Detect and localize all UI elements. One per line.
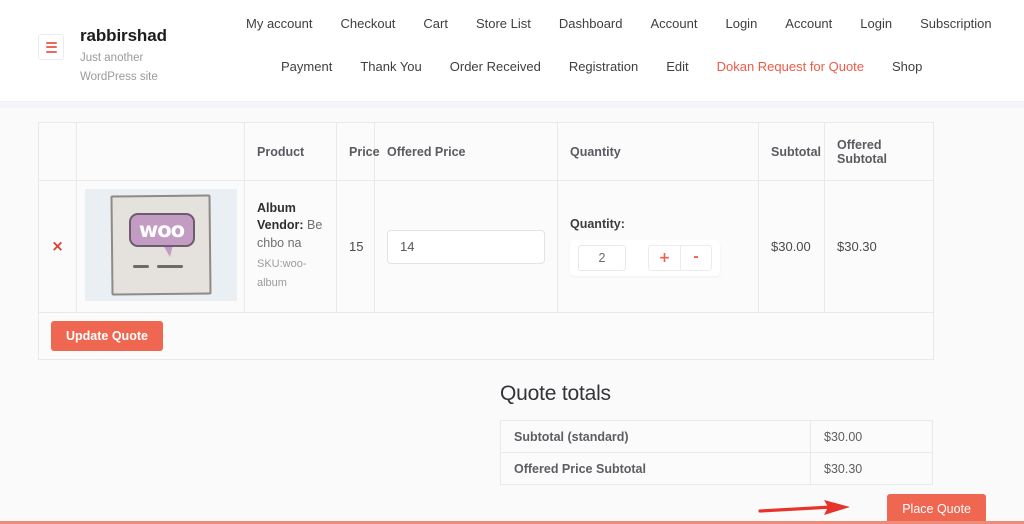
vendor-label: Vendor:	[257, 218, 304, 232]
subtotal-cell: $30.00	[759, 181, 825, 313]
quantity-decrease-button[interactable]: -	[680, 245, 712, 271]
offered-price-cell	[375, 181, 558, 313]
product-sku: SKU:woo-album	[257, 255, 324, 294]
remove-item-cell: ×	[39, 181, 77, 313]
remove-item-icon[interactable]: ×	[51, 237, 64, 255]
column-header-price: Price	[337, 123, 375, 181]
primary-navigation: My accountCheckoutCartStore ListDashboar…	[232, 0, 1024, 75]
quote-totals-table: Subtotal (standard)$30.00Offered Price S…	[500, 420, 933, 485]
quantity-cell: Quantity: + -	[558, 181, 759, 313]
totals-row-label: Subtotal (standard)	[501, 421, 811, 453]
offered-price-input[interactable]	[387, 230, 545, 264]
column-header-subtotal: Subtotal	[759, 123, 825, 181]
site-header: rabbirshad Just another WordPress site M…	[0, 0, 1024, 102]
product-name[interactable]: Album	[257, 200, 324, 218]
product-thumbnail-image[interactable]: woo	[85, 189, 237, 301]
nav-item-store-list[interactable]: Store List	[462, 16, 545, 32]
hamburger-menu-icon[interactable]	[38, 34, 64, 60]
quantity-input[interactable]	[578, 245, 626, 271]
place-quote-button[interactable]: Place Quote	[887, 494, 986, 524]
nav-row-secondary: PaymentThank YouOrder ReceivedRegistrati…	[232, 59, 1024, 75]
column-header-quantity: Quantity	[558, 123, 759, 181]
offered-subtotal-cell: $30.30	[825, 181, 934, 313]
quantity-label: Quantity:	[570, 217, 746, 231]
site-title[interactable]: rabbirshad	[80, 26, 192, 46]
table-row: × woo Album Vendor: Be chbo na	[39, 181, 934, 313]
nav-item-edit[interactable]: Edit	[652, 59, 702, 75]
table-actions-row: Update Quote	[39, 313, 934, 360]
column-header-product: Product	[245, 123, 337, 181]
main-content: Product Price Offered Price Quantity Sub…	[0, 102, 1024, 485]
nav-item-thank-you[interactable]: Thank You	[346, 59, 435, 75]
product-price-cell: 15	[337, 181, 375, 313]
hamburger-line	[46, 46, 57, 48]
nav-item-my-account[interactable]: My account	[232, 16, 326, 32]
hamburger-line	[46, 42, 57, 44]
quote-totals-section: Quote totals Subtotal (standard)$30.00Of…	[500, 382, 933, 485]
quote-totals-heading: Quote totals	[500, 382, 933, 406]
column-header-remove	[39, 123, 77, 181]
site-tagline: Just another WordPress site	[80, 49, 192, 87]
nav-item-account[interactable]: Account	[637, 16, 712, 32]
quote-items-table: Product Price Offered Price Quantity Sub…	[38, 122, 934, 360]
totals-row-label: Offered Price Subtotal	[501, 453, 811, 485]
totals-row-value: $30.30	[811, 453, 933, 485]
woo-logo-text: woo	[129, 213, 195, 247]
nav-item-login[interactable]: Login	[846, 16, 906, 32]
place-quote-row: Place Quote	[552, 494, 986, 524]
product-vendor: Vendor: Be chbo na	[257, 217, 324, 253]
nav-item-checkout[interactable]: Checkout	[326, 16, 409, 32]
column-header-offered-subtotal: Offered Subtotal	[825, 123, 934, 181]
nav-item-shop[interactable]: Shop	[878, 59, 936, 75]
nav-item-payment[interactable]: Payment	[267, 59, 346, 75]
totals-row-value: $30.00	[811, 421, 933, 453]
nav-item-registration[interactable]: Registration	[555, 59, 652, 75]
nav-item-login[interactable]: Login	[711, 16, 771, 32]
album-scribble-left	[133, 265, 149, 268]
column-header-thumbnail	[77, 123, 245, 181]
quantity-spin-group: + -	[648, 245, 712, 271]
brand-text: rabbirshad Just another WordPress site	[80, 24, 192, 87]
nav-item-dokan-request-for-quote[interactable]: Dokan Request for Quote	[703, 59, 878, 75]
nav-item-dashboard[interactable]: Dashboard	[545, 16, 637, 32]
nav-item-subscription[interactable]: Subscription	[906, 16, 1006, 32]
nav-item-order-received[interactable]: Order Received	[436, 59, 555, 75]
quantity-increase-button[interactable]: +	[648, 245, 680, 271]
totals-row: Subtotal (standard)$30.00	[501, 421, 933, 453]
table-header-row: Product Price Offered Price Quantity Sub…	[39, 123, 934, 181]
nav-item-account[interactable]: Account	[771, 16, 846, 32]
hamburger-line	[46, 51, 57, 53]
update-quote-button[interactable]: Update Quote	[51, 321, 163, 351]
brand-block: rabbirshad Just another WordPress site	[0, 0, 232, 87]
totals-row: Offered Price Subtotal$30.30	[501, 453, 933, 485]
nav-row-primary: My accountCheckoutCartStore ListDashboar…	[232, 16, 1024, 32]
product-thumbnail-cell: woo	[77, 181, 245, 313]
product-info-cell: Album Vendor: Be chbo na SKU:woo-album	[245, 181, 337, 313]
quantity-stepper: + -	[570, 240, 720, 276]
album-scribble-right	[157, 265, 183, 268]
table-actions-cell: Update Quote	[39, 313, 934, 360]
column-header-offered-price: Offered Price	[375, 123, 558, 181]
nav-item-cart[interactable]: Cart	[409, 16, 462, 32]
